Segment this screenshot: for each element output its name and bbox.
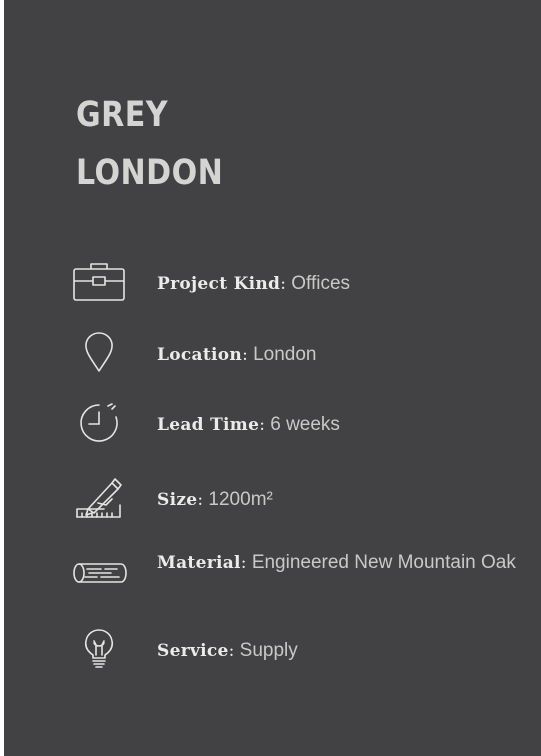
project-info-card: GREY LONDON Project Kind: Offices Locati… (4, 0, 541, 756)
briefcase-icon (68, 258, 130, 304)
detail-text-location: Location: London (157, 343, 529, 367)
label-colon: : (228, 641, 235, 661)
detail-value: Engineered New Mountain Oak (251, 552, 516, 573)
detail-text-service: Service: Supply (157, 639, 529, 663)
label-colon: : (280, 274, 286, 294)
detail-text-material: Material: Engineered New Mountain Oak (157, 551, 529, 575)
label-colon: : (240, 553, 247, 573)
stopwatch-icon (68, 399, 130, 445)
detail-value: 6 weeks (270, 414, 340, 435)
detail-label: Location (157, 345, 243, 365)
detail-label: Lead Time (157, 415, 260, 435)
timber-log-icon (68, 550, 130, 596)
detail-text-project-kind: Project Kind: Offices (157, 272, 529, 296)
detail-value: Offices (291, 273, 351, 294)
detail-value: 1200m² (208, 489, 273, 510)
label-colon: : (259, 415, 265, 435)
pencil-ruler-icon (68, 475, 130, 521)
project-title-line-1: GREY (76, 95, 168, 135)
detail-value: Supply (239, 640, 298, 661)
detail-text-size: Size: 1200m² (157, 488, 529, 512)
project-title-line-2: LONDON (76, 153, 224, 193)
label-colon: : (242, 345, 248, 365)
label-colon: : (197, 490, 204, 510)
lightbulb-icon (68, 626, 130, 672)
project-title: GREY LONDON (76, 86, 223, 202)
detail-label: Service (157, 641, 229, 661)
detail-label: Size (157, 490, 198, 510)
location-pin-icon (68, 329, 130, 375)
detail-label: Project Kind (157, 274, 281, 294)
detail-label: Material (157, 553, 241, 573)
detail-value: London (253, 344, 317, 365)
detail-text-lead-time: Lead Time: 6 weeks (157, 413, 529, 437)
